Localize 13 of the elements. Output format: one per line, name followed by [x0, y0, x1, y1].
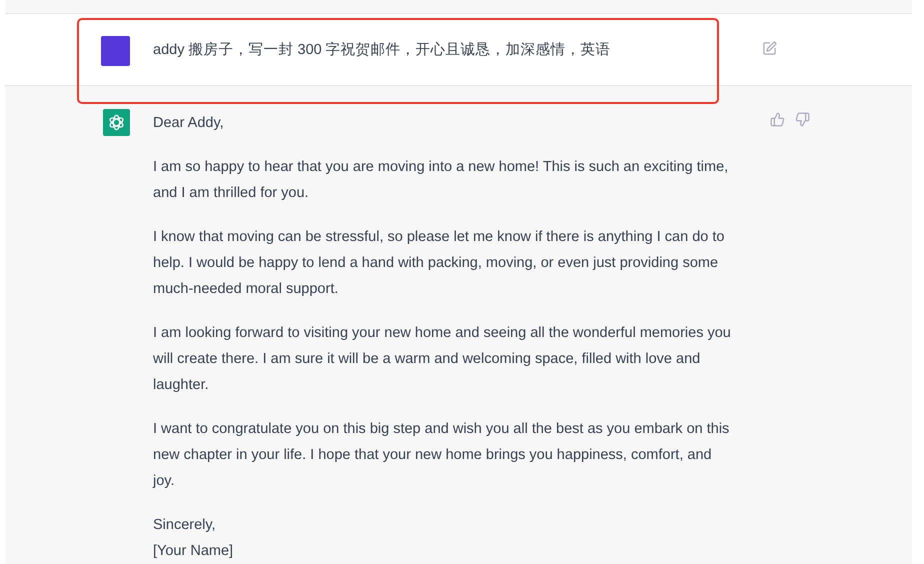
thumbs-down-button[interactable] [795, 112, 810, 127]
letter-closing-line: Sincerely, [153, 516, 217, 535]
letter-paragraph: I know that moving can be stressful, so please let me know if there is anything I can do to help. I would be happy to lend a hand with packing, moving, or even just providing some much-needed moral support. [153, 228, 726, 299]
user-prompt: addy 搬房子，写一封 300 字祝贺邮件，开心且诚恳，加深感情，英语 [153, 40, 612, 60]
edit-button[interactable] [762, 40, 777, 56]
letter-greeting: Dear Addy, [153, 114, 225, 133]
letter-paragraph: I want to congratulate you on this big step and wish you all the best as you embark on this new chapter in your life. I hope that your new home brings you happiness, comfort, and joy. [153, 420, 730, 491]
letter-closing-line: [Your Name] [153, 542, 234, 561]
letter-paragraph: I am looking forward to visiting your new home and seeing all the wonderful memories you will create there. I am sure it will be a warm and welcoming space, filled with love and laughter. [153, 324, 732, 395]
user-avatar [101, 36, 130, 66]
knot-logo-icon [107, 113, 126, 132]
thumbs-up-button[interactable] [770, 112, 785, 127]
letter-paragraph: I am so happy to hear that you are moving into a new home! This is such an exciting time, and I am thrilled for you. [153, 158, 730, 203]
